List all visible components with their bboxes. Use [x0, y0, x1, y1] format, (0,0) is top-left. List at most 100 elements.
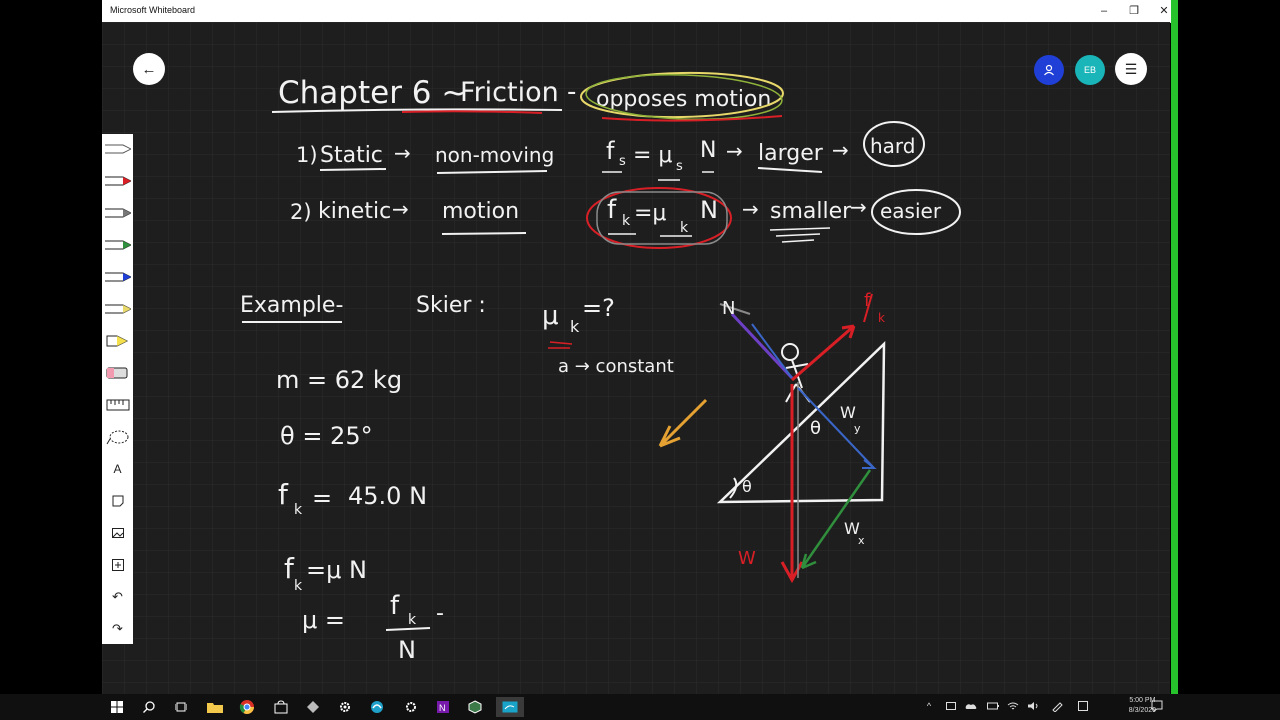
definition-text: opposes motion: [596, 87, 771, 112]
taskbar-chrome[interactable]: [236, 697, 258, 717]
start-button[interactable]: [106, 697, 128, 717]
pen-icon: [104, 240, 131, 250]
app-diamond-icon: [307, 701, 319, 713]
battery-icon[interactable]: [986, 699, 1000, 713]
ruler-icon: [106, 399, 129, 411]
avatar-participant-2[interactable]: EB: [1075, 55, 1105, 85]
lasso-tool[interactable]: [102, 424, 133, 450]
pen-icon: [104, 272, 131, 282]
edge-icon: [371, 701, 383, 713]
motion-direction-arrow: [658, 398, 708, 448]
notification-icon[interactable]: [1150, 699, 1164, 713]
svg-text:2): 2): [290, 200, 312, 224]
search-button[interactable]: [138, 697, 160, 717]
taskbar-app-3[interactable]: [464, 697, 486, 717]
taskbar-app-2[interactable]: [400, 697, 422, 717]
gear-icon: [406, 702, 416, 712]
svg-text:k: k: [570, 317, 580, 336]
eraser-tool[interactable]: [102, 360, 133, 386]
svg-text:k: k: [680, 220, 689, 236]
plus-box-icon: [111, 559, 124, 571]
pen-tray-icon[interactable]: [1050, 699, 1064, 713]
settings-menu-button[interactable]: ☰: [1115, 53, 1147, 85]
redo-button[interactable]: ↷: [102, 616, 133, 642]
insert-tool[interactable]: [102, 552, 133, 578]
svg-text:k: k: [294, 578, 303, 594]
text-tool[interactable]: A: [102, 456, 133, 482]
avatar-participant-1[interactable]: [1034, 55, 1064, 85]
note-tool[interactable]: [102, 488, 133, 514]
svg-text:=μ: =μ: [634, 201, 666, 226]
onenote-icon: N: [437, 701, 449, 713]
highlighter-icon: [106, 335, 128, 347]
tray-expand-icon[interactable]: ^: [922, 699, 936, 713]
back-arrow-icon: ←: [141, 60, 157, 78]
minimize-button[interactable]: –: [1090, 2, 1118, 20]
given-friction: 45.0 N: [348, 482, 427, 510]
svg-text:→: →: [726, 139, 743, 163]
lasso-icon: [106, 430, 128, 445]
taskbar-app-1[interactable]: [302, 697, 324, 717]
svg-text:=: =: [312, 484, 332, 512]
pen-black-tool[interactable]: [102, 136, 133, 162]
whiteboard-icon: [502, 701, 518, 713]
larger-text: larger: [758, 141, 824, 166]
taskbar-settings[interactable]: [334, 697, 356, 717]
back-button[interactable]: ←: [133, 53, 165, 85]
given-angle: θ = 25°: [280, 422, 373, 450]
taskbar-edge[interactable]: [366, 697, 388, 717]
image-tool[interactable]: [102, 520, 133, 546]
mu-lhs: μ =: [302, 606, 345, 634]
wifi-icon[interactable]: [1006, 699, 1020, 713]
svg-text:k: k: [408, 612, 417, 628]
static-label: Static: [320, 143, 383, 168]
relation-text: =μ N: [306, 556, 367, 584]
ink-toolbar: A ↶ ↷: [102, 134, 133, 644]
svg-text:→: →: [394, 141, 411, 165]
ruler-tool[interactable]: [102, 392, 133, 418]
volume-icon[interactable]: [1026, 699, 1040, 713]
heading-dash: -: [567, 77, 576, 107]
ink-layer: Chapter 6 ~ Friction - opposes motion 1)…: [240, 71, 961, 664]
svg-text:f: f: [606, 137, 615, 165]
pen-blue-tool[interactable]: [102, 264, 133, 290]
image-icon: [111, 528, 124, 538]
gear-icon: [340, 702, 350, 712]
incline-diagram: θ N f k θ W y W x W: [716, 290, 886, 584]
pen-icon: [104, 304, 131, 314]
undo-button[interactable]: ↶: [102, 584, 133, 610]
taskbar-whiteboard[interactable]: [496, 697, 524, 717]
pen-yellow-tool[interactable]: [102, 296, 133, 322]
search-icon: [143, 701, 155, 713]
svg-text:k: k: [878, 311, 885, 325]
onedrive-icon[interactable]: [964, 699, 978, 713]
person-icon: [1044, 64, 1054, 76]
screen-share-border: [1171, 0, 1178, 694]
example-label: Example-: [240, 293, 343, 318]
taskbar-onenote[interactable]: N: [432, 697, 454, 717]
taskbar-explorer[interactable]: [204, 697, 226, 717]
svg-text:x: x: [858, 534, 865, 547]
taskbar-store[interactable]: [270, 697, 292, 717]
kinetic-label: kinetic: [318, 199, 391, 224]
pen-green-tool[interactable]: [102, 232, 133, 258]
highlighter-tool[interactable]: [102, 328, 133, 354]
pen-red-tool[interactable]: [102, 168, 133, 194]
example-section: Example- Skier : μ k =? a → constant m =…: [240, 293, 674, 664]
hamburger-icon: ☰: [1124, 60, 1138, 77]
task-view-button[interactable]: [170, 697, 192, 717]
topic-text: Friction: [460, 77, 559, 108]
non-moving-text: non-moving: [435, 143, 554, 167]
svg-text:N: N: [398, 636, 416, 664]
maximize-button[interactable]: ❐: [1120, 2, 1148, 20]
input-indicator-icon[interactable]: [1076, 699, 1090, 713]
svg-text:θ: θ: [742, 477, 752, 496]
task-view-icon: [175, 702, 187, 712]
tray-app-icon[interactable]: [944, 699, 958, 713]
hard-text: hard: [870, 134, 916, 158]
chapter-text: Chapter 6 ~: [278, 75, 467, 111]
svg-text:μ: μ: [542, 301, 559, 331]
pen-gray-tool[interactable]: [102, 200, 133, 226]
eraser-icon: [106, 367, 127, 379]
skier-text: Skier :: [416, 293, 486, 318]
